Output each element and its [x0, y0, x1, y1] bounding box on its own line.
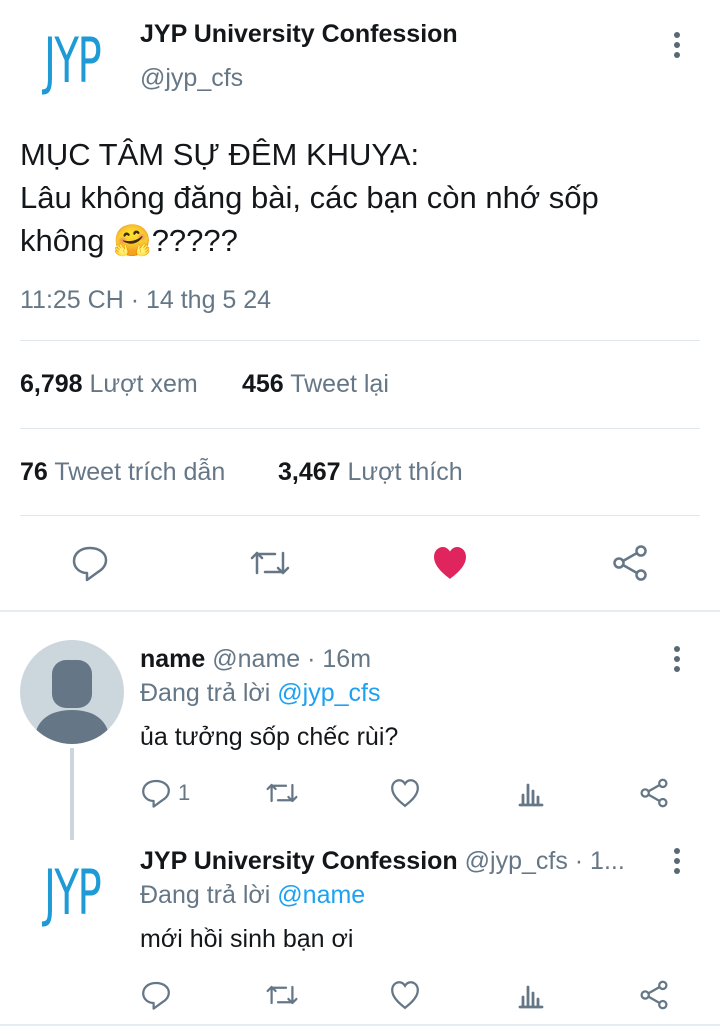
likes-stat[interactable]: 3,467 Lượt thích: [278, 456, 463, 488]
quotes-stat[interactable]: 76 Tweet trích dẫn: [20, 456, 225, 488]
reply-icon[interactable]: [140, 979, 172, 1011]
more-options-icon[interactable]: [672, 32, 682, 58]
reply1-replying-to: Đang trả lời @jyp_cfs: [140, 677, 380, 709]
avatar[interactable]: [20, 640, 124, 744]
analytics-icon[interactable]: [515, 979, 547, 1011]
like-heart-filled-icon[interactable]: [430, 543, 470, 583]
section-separator: [0, 610, 720, 612]
reply1-header: name @name · 16m: [140, 643, 371, 675]
replying-to-prefix: Đang trả lời: [140, 881, 278, 909]
retweet-icon[interactable]: [264, 979, 300, 1011]
heart-icon[interactable]: [389, 979, 421, 1011]
tweet-text: MỤC TÂM SỰ ĐÊM KHUYA: Lâu không đăng bài…: [20, 133, 710, 262]
divider: [20, 340, 700, 341]
reply1-meta[interactable]: @name · 16m: [212, 645, 371, 673]
likes-count: 3,467: [278, 458, 341, 486]
divider: [20, 428, 700, 429]
views-label: Lượt xem: [89, 370, 198, 398]
author-display-name[interactable]: JYP University Confession: [140, 18, 458, 50]
divider: [20, 515, 700, 516]
bottom-separator: [0, 1024, 720, 1026]
likes-label: Lượt thích: [347, 458, 463, 486]
replying-to-handle[interactable]: @name: [277, 881, 365, 909]
reply2-text: mới hồi sinh bạn ơi: [140, 925, 354, 953]
default-avatar-icon: [34, 660, 110, 744]
tweet-text-line-1: MỤC TÂM SỰ ĐÊM KHUYA:: [20, 137, 420, 172]
jyp-logo[interactable]: JYP: [44, 26, 102, 96]
heart-icon[interactable]: [389, 777, 421, 809]
share-icon[interactable]: [638, 979, 670, 1011]
author-handle[interactable]: @jyp_cfs: [140, 62, 243, 94]
quotes-label: Tweet trích dẫn: [54, 458, 226, 486]
reply2-meta[interactable]: @jyp_cfs · 1...: [465, 847, 625, 875]
tweet-timestamp[interactable]: 11:25 CH · 14 thg 5 24: [20, 284, 271, 316]
tweet-text-line-3: không 🤗?????: [20, 219, 710, 262]
reply2-header: JYP University Confession @jyp_cfs · 1..…: [140, 845, 660, 877]
retweets-stat[interactable]: 456 Tweet lại: [242, 368, 389, 400]
reply-icon[interactable]: [70, 543, 110, 583]
replying-to-handle[interactable]: @jyp_cfs: [277, 679, 380, 707]
reply2-replying-to: Đang trả lời @name: [140, 879, 365, 911]
jyp-logo[interactable]: JYP: [44, 858, 102, 928]
tweet-text-line-3-start: không: [20, 223, 114, 258]
views-stat[interactable]: 6,798 Lượt xem: [20, 368, 198, 400]
share-icon[interactable]: [638, 777, 670, 809]
reply1-text: ủa tưởng sốp chếc rùi?: [140, 723, 399, 751]
views-count: 6,798: [20, 370, 83, 398]
retweets-label: Tweet lại: [290, 370, 389, 398]
more-options-icon[interactable]: [672, 848, 682, 874]
reply-icon[interactable]: [140, 777, 172, 809]
share-icon[interactable]: [610, 543, 650, 583]
retweet-icon[interactable]: [248, 543, 292, 583]
replying-to-prefix: Đang trả lời: [140, 679, 278, 707]
tweet-text-line-3-end: ?????: [151, 223, 238, 258]
tweet-text-line-2: Lâu không đăng bài, các bạn còn nhớ sốp: [20, 180, 599, 215]
reply2-display-name[interactable]: JYP University Confession: [140, 847, 458, 875]
retweet-icon[interactable]: [264, 777, 300, 809]
retweets-count: 456: [242, 370, 284, 398]
more-options-icon[interactable]: [672, 646, 682, 672]
quotes-count: 76: [20, 458, 48, 486]
reply1-display-name[interactable]: name: [140, 645, 205, 673]
hugging-face-emoji: 🤗: [113, 223, 152, 258]
analytics-icon[interactable]: [515, 777, 547, 809]
reply-count: 1: [178, 780, 191, 805]
thread-line: [70, 748, 74, 840]
